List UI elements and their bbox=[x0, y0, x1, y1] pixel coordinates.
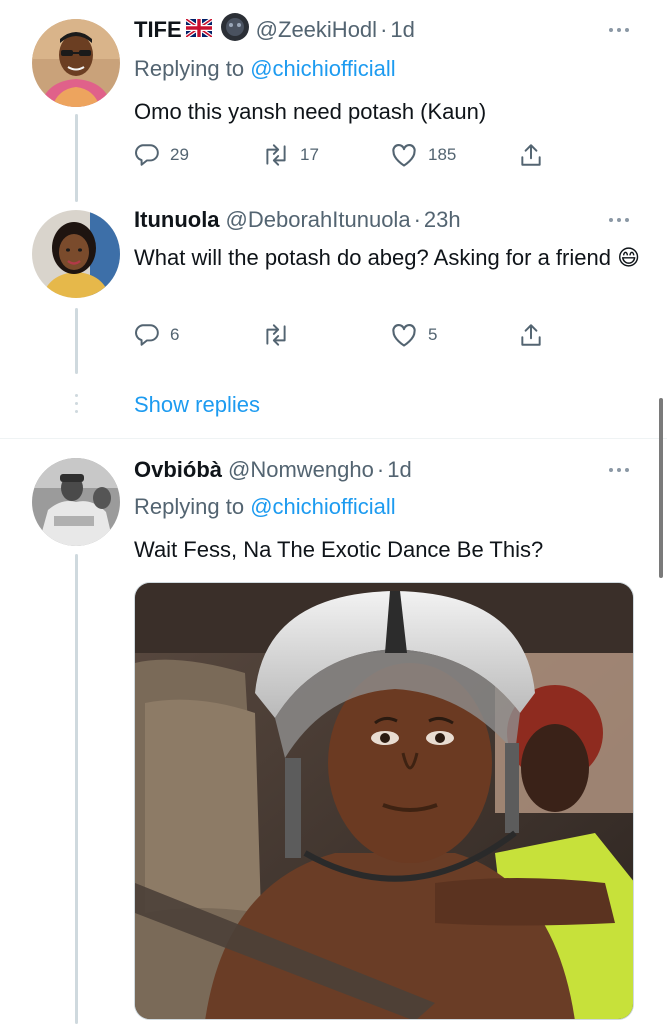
display-name[interactable]: Itunuola bbox=[134, 207, 220, 233]
tweet-header: Itunuola @DeborahItunuola · 23h bbox=[134, 204, 461, 236]
retweet-button[interactable]: 17 bbox=[262, 140, 319, 170]
tweet-text: Omo this yansh need potash (Kaun) bbox=[134, 99, 487, 124]
user-handle[interactable]: @Nomwengho bbox=[228, 457, 374, 483]
tweet-actions: 29 17 185 bbox=[134, 140, 554, 170]
separator-dot: · bbox=[380, 17, 388, 42]
mention-link[interactable]: @chichiofficiall bbox=[250, 56, 395, 81]
avatar-itunuola[interactable] bbox=[32, 210, 120, 298]
replying-label: Replying to bbox=[134, 494, 245, 519]
user-handle[interactable]: @ZeekiHodl bbox=[256, 17, 377, 43]
tweet-header: TIFE @ZeekiHodl · 1d bbox=[134, 12, 415, 48]
retweet-icon bbox=[266, 144, 286, 166]
more-icon[interactable] bbox=[609, 28, 631, 34]
divider bbox=[0, 438, 667, 439]
uk-flag-icon bbox=[184, 17, 213, 43]
tweet-media-image[interactable] bbox=[134, 582, 634, 1020]
share-button[interactable] bbox=[518, 140, 544, 170]
reply-button[interactable]: 29 bbox=[134, 140, 189, 170]
replying-to: Replying to @chichiofficiall bbox=[134, 56, 396, 82]
mention-link[interactable]: @chichiofficiall bbox=[250, 494, 395, 519]
like-count: 5 bbox=[428, 325, 438, 344]
show-replies-link[interactable]: Show replies bbox=[134, 392, 260, 418]
share-button[interactable] bbox=[518, 320, 544, 350]
tweet-1[interactable]: TIFE @ZeekiHodl · 1d Replying to @chichi… bbox=[0, 12, 667, 202]
thread-line bbox=[75, 114, 78, 202]
share-icon bbox=[521, 144, 541, 166]
like-button[interactable]: 5 bbox=[390, 320, 437, 350]
like-button[interactable]: 185 bbox=[390, 140, 456, 170]
timestamp[interactable]: 1d bbox=[390, 17, 414, 43]
like-icon bbox=[392, 144, 416, 167]
avatar-tife[interactable] bbox=[32, 19, 120, 107]
retweet-count: 17 bbox=[300, 145, 319, 164]
display-name[interactable]: Ovbióbà bbox=[134, 457, 222, 483]
timestamp[interactable]: 23h bbox=[424, 207, 461, 233]
retweet-button[interactable] bbox=[262, 320, 300, 350]
reply-button[interactable]: 6 bbox=[134, 320, 179, 350]
reply-count: 6 bbox=[170, 325, 180, 344]
thread-line bbox=[75, 554, 78, 1024]
timestamp[interactable]: 1d bbox=[387, 457, 411, 483]
dark-circle-badge-icon bbox=[220, 12, 250, 48]
like-icon bbox=[392, 324, 416, 347]
more-icon[interactable] bbox=[609, 468, 631, 474]
thread-line bbox=[75, 190, 78, 200]
tweet-text: What will the potash do abeg? Asking for… bbox=[134, 242, 644, 275]
user-handle[interactable]: @DeborahItunuola bbox=[226, 207, 411, 233]
replying-to: Replying to @chichiofficiall bbox=[134, 494, 396, 520]
like-count: 185 bbox=[428, 145, 457, 164]
display-name[interactable]: TIFE bbox=[134, 17, 182, 43]
grinning-emoji: 😄 bbox=[617, 246, 641, 271]
reply-icon bbox=[135, 144, 159, 166]
tweet-text: Wait Fess, Na The Exotic Dance Be This? bbox=[134, 537, 544, 562]
separator-dot: · bbox=[376, 457, 385, 482]
tweet-2[interactable]: Itunuola @DeborahItunuola · 23h What wil… bbox=[0, 190, 667, 394]
separator-dot: · bbox=[413, 207, 421, 232]
more-icon[interactable] bbox=[609, 218, 631, 224]
reply-icon bbox=[135, 324, 159, 346]
avatar-ovbioba[interactable] bbox=[32, 458, 120, 546]
thread-ellipsis bbox=[75, 394, 79, 418]
share-icon bbox=[521, 324, 541, 346]
reply-count: 29 bbox=[170, 145, 189, 164]
tweet-header: Ovbióbà @Nomwengho · 1d bbox=[134, 454, 412, 486]
retweet-icon bbox=[266, 324, 286, 346]
tweet-actions: 6 5 bbox=[134, 320, 554, 350]
media-photo bbox=[135, 583, 633, 1019]
replying-label: Replying to bbox=[134, 56, 245, 81]
tweet-text-content: What will the potash do abeg? Asking for… bbox=[134, 245, 611, 270]
thread-line bbox=[75, 308, 78, 374]
